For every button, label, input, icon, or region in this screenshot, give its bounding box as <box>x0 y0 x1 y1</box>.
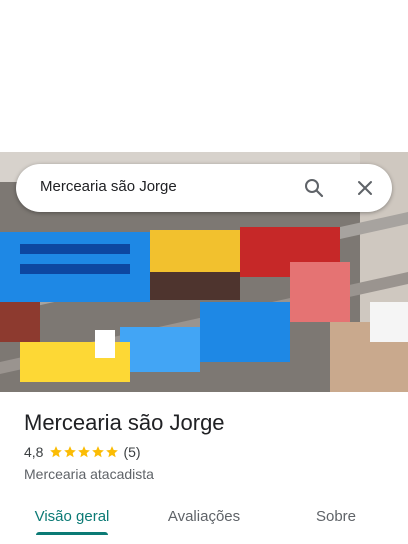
star-icon <box>78 446 91 458</box>
close-icon[interactable] <box>353 176 377 200</box>
star-icon <box>50 446 63 458</box>
search-bar[interactable]: Mercearia são Jorge <box>16 164 392 212</box>
active-tab-indicator <box>36 532 108 535</box>
rating-stars <box>49 445 119 459</box>
tab-reviews[interactable]: Avaliações <box>156 496 252 536</box>
star-icon <box>64 446 77 458</box>
place-category[interactable]: Mercearia atacadista <box>24 466 154 482</box>
rating-value: 4,8 <box>24 444 44 460</box>
search-input[interactable]: Mercearia são Jorge <box>40 178 177 195</box>
rating-row[interactable]: 4,8 (5) <box>24 444 141 460</box>
star-icon <box>106 446 119 458</box>
tab-overview[interactable]: Visão geral <box>24 496 120 536</box>
star-icon <box>92 446 105 458</box>
place-title: Mercearia são Jorge <box>24 410 225 435</box>
place-tabs: Visão geral Avaliações Sobre <box>0 496 408 536</box>
search-icon[interactable] <box>302 176 326 200</box>
review-count[interactable]: (5) <box>123 444 140 460</box>
tab-about[interactable]: Sobre <box>288 496 384 536</box>
